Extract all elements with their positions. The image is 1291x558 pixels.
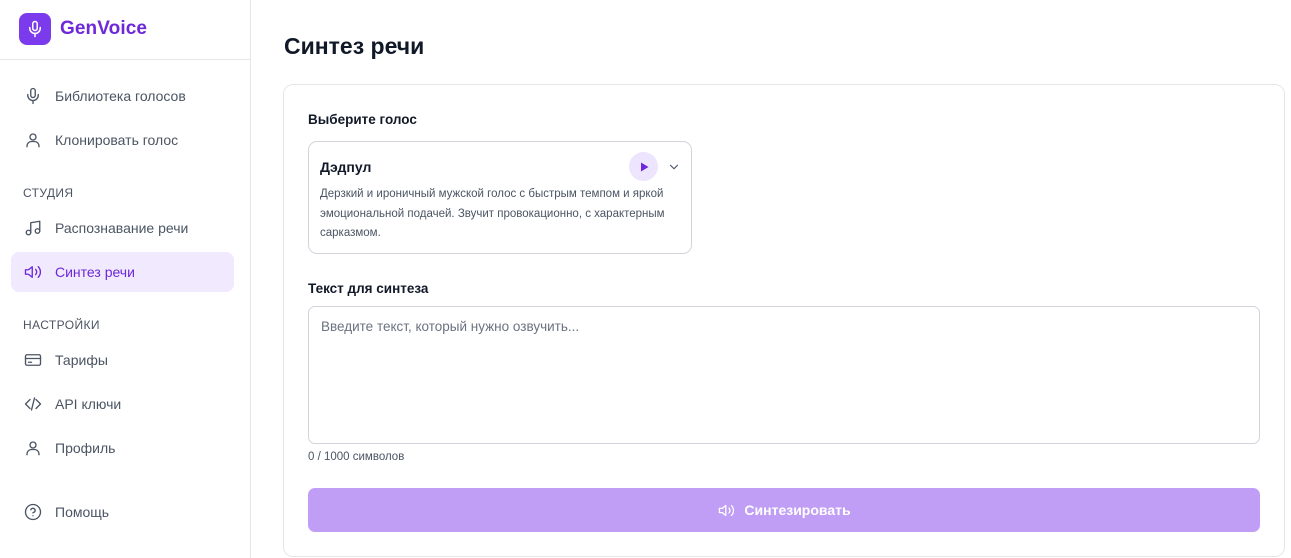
sidebar-item-label: Профиль bbox=[55, 440, 116, 456]
section-title-settings: НАСТРОЙКИ bbox=[23, 318, 100, 332]
voice-select-label: Выберите голос bbox=[308, 112, 417, 127]
microphone-icon bbox=[23, 86, 43, 106]
section-title-studio: СТУДИЯ bbox=[23, 186, 74, 200]
voice-name: Дэдпул bbox=[320, 159, 372, 175]
code-icon bbox=[23, 394, 43, 414]
sidebar-item-api-keys[interactable]: API ключи bbox=[11, 384, 234, 424]
sidebar-item-label: Распознавание речи bbox=[55, 220, 189, 236]
synthesis-text-input[interactable] bbox=[308, 306, 1260, 444]
sidebar-item-label: Клонировать голос bbox=[55, 132, 179, 148]
sidebar-item-label: API ключи bbox=[55, 396, 122, 412]
sidebar-item-label: Тарифы bbox=[55, 352, 108, 368]
voice-select-dropdown-toggle[interactable] bbox=[666, 159, 682, 175]
music-note-icon bbox=[23, 218, 43, 238]
sidebar-item-label: Синтез речи bbox=[55, 264, 135, 280]
synthesize-button-label: Синтезировать bbox=[744, 502, 851, 518]
page-title: Синтез речи bbox=[284, 33, 425, 59]
sidebar-item-speech-recognition[interactable]: Распознавание речи bbox=[11, 208, 234, 248]
chevron-down-icon bbox=[669, 164, 679, 170]
sidebar-item-voice-library[interactable]: Библиотека голосов bbox=[11, 76, 234, 116]
user-icon bbox=[23, 130, 43, 150]
sidebar-item-speech-synthesis[interactable]: Синтез речи bbox=[11, 252, 234, 292]
character-counter: 0 / 1000 символов bbox=[308, 451, 405, 463]
text-input-label: Текст для синтеза bbox=[308, 281, 429, 296]
sidebar-item-tariffs[interactable]: Тарифы bbox=[11, 340, 234, 380]
sidebar-item-label: Библиотека голосов bbox=[55, 88, 186, 104]
play-icon bbox=[640, 162, 648, 171]
voice-preview-play-button[interactable] bbox=[629, 152, 658, 181]
brand-divider bbox=[0, 59, 250, 60]
speaker-icon bbox=[23, 262, 43, 282]
microphone-icon bbox=[29, 20, 41, 38]
sidebar: GenVoice Библиотека голосов Клонировать … bbox=[0, 0, 251, 558]
sidebar-item-clone-voice[interactable]: Клонировать голос bbox=[11, 120, 234, 160]
sidebar-item-help[interactable]: Помощь bbox=[11, 492, 234, 532]
sidebar-item-label: Помощь bbox=[55, 504, 110, 520]
user-icon bbox=[23, 438, 43, 458]
voice-description: Дерзкий и ироничный мужской голос с быст… bbox=[320, 188, 665, 239]
brand[interactable]: GenVoice bbox=[19, 13, 147, 45]
voice-select[interactable]: Дэдпул Дерзкий и ироничный мужской голос… bbox=[308, 141, 692, 254]
sidebar-item-profile[interactable]: Профиль bbox=[11, 428, 234, 468]
brand-logo bbox=[19, 13, 51, 45]
speaker-icon bbox=[717, 501, 735, 519]
credit-card-icon bbox=[23, 350, 43, 370]
brand-name: GenVoice bbox=[60, 18, 148, 39]
help-circle-icon bbox=[23, 502, 43, 522]
synthesize-button[interactable]: Синтезировать bbox=[308, 488, 1260, 532]
